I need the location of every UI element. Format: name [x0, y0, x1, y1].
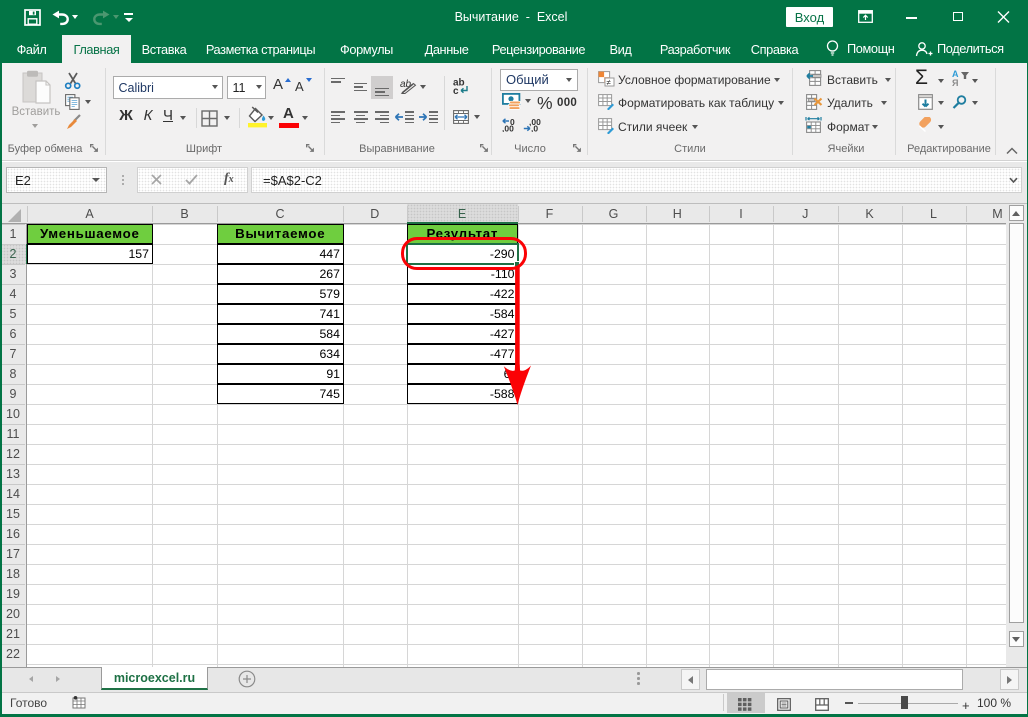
- svg-text:ab: ab: [400, 79, 412, 90]
- svg-text:Я: Я: [952, 78, 958, 87]
- svg-text:,00: ,00: [502, 124, 514, 133]
- svg-text:,0: ,0: [531, 124, 538, 133]
- svg-text:≠: ≠: [607, 78, 612, 87]
- svg-text:c: c: [453, 86, 459, 95]
